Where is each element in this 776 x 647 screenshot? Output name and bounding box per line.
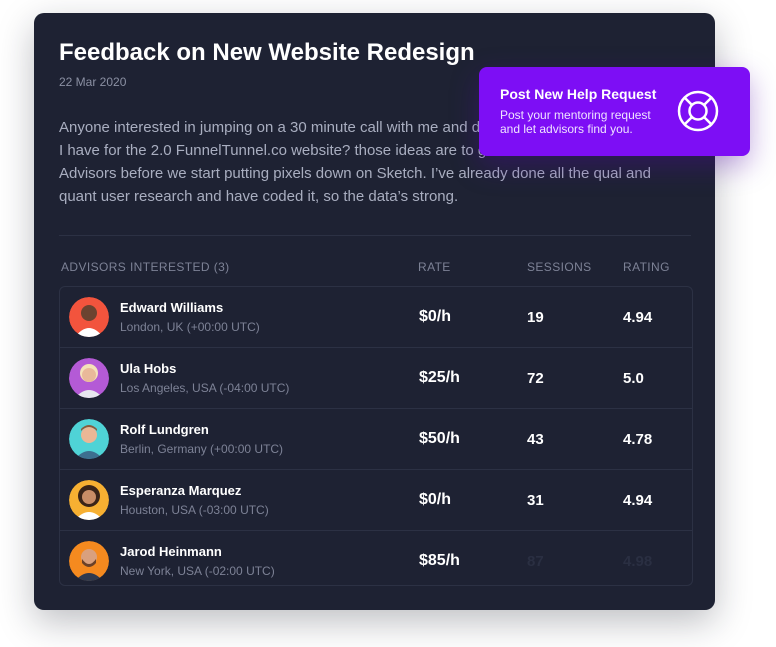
table-row[interactable]: Jarod Heinmann New York, USA (-02:00 UTC… (60, 531, 692, 585)
column-header-sessions[interactable]: SESSIONS (527, 260, 592, 274)
popup-title[interactable]: Post New Help Request (500, 86, 656, 102)
advisor-rating: 4.94 (623, 492, 653, 509)
advisor-sessions: 72 (527, 370, 544, 387)
divider (59, 235, 691, 236)
advisor-sessions: 19 (527, 309, 544, 326)
column-header-rate[interactable]: RATE (418, 260, 451, 274)
avatar[interactable] (69, 541, 109, 581)
advisor-rating: 4.94 (623, 309, 653, 326)
advisor-name[interactable]: Esperanza Marquez (120, 483, 241, 498)
advisor-sessions: 31 (527, 492, 544, 509)
advisor-name[interactable]: Jarod Heinmann (120, 544, 222, 559)
popup-text: Post your mentoring request and let advi… (500, 108, 651, 136)
avatar[interactable] (69, 358, 109, 398)
advisor-sessions: 87 (527, 553, 544, 570)
advisor-rate: $25/h (419, 369, 460, 386)
lifebuoy-icon[interactable] (676, 89, 720, 133)
table-row[interactable]: Ula Hobs Los Angeles, USA (-04:00 UTC) $… (60, 348, 692, 409)
column-header-advisors[interactable]: ADVISORS INTERESTED (3) (61, 260, 230, 274)
avatar[interactable] (69, 297, 109, 337)
advisor-name[interactable]: Ula Hobs (120, 361, 176, 376)
page-title: Feedback on New Website Redesign (59, 39, 475, 66)
advisor-location: London, UK (+00:00 UTC) (120, 320, 260, 334)
advisor-location: Los Angeles, USA (-04:00 UTC) (120, 381, 290, 395)
post-date: 22 Mar 2020 (59, 75, 127, 89)
advisor-location: Berlin, Germany (+00:00 UTC) (120, 442, 284, 456)
avatar[interactable] (69, 419, 109, 459)
advisors-table: Edward Williams London, UK (+00:00 UTC) … (59, 286, 693, 586)
avatar[interactable] (69, 480, 109, 520)
advisor-rate: $0/h (419, 491, 452, 508)
advisor-rate: $85/h (419, 552, 460, 569)
advisor-rating: 5.0 (623, 370, 644, 387)
advisor-rate: $0/h (419, 308, 452, 325)
advisor-name[interactable]: Rolf Lundgren (120, 422, 209, 437)
post-help-request-popup[interactable]: Post New Help Request Post your mentorin… (479, 67, 750, 156)
column-header-rating[interactable]: RATING (623, 260, 670, 274)
table-row[interactable]: Rolf Lundgren Berlin, Germany (+00:00 UT… (60, 409, 692, 470)
advisor-rating: 4.78 (623, 431, 653, 448)
table-row[interactable]: Edward Williams London, UK (+00:00 UTC) … (60, 287, 692, 348)
advisor-rating: 4.98 (623, 553, 653, 570)
advisor-location: New York, USA (-02:00 UTC) (120, 564, 275, 578)
table-row[interactable]: Esperanza Marquez Houston, USA (-03:00 U… (60, 470, 692, 531)
advisor-location: Houston, USA (-03:00 UTC) (120, 503, 269, 517)
advisor-rate: $50/h (419, 430, 460, 447)
advisor-name[interactable]: Edward Williams (120, 300, 223, 315)
advisor-sessions: 43 (527, 431, 544, 448)
